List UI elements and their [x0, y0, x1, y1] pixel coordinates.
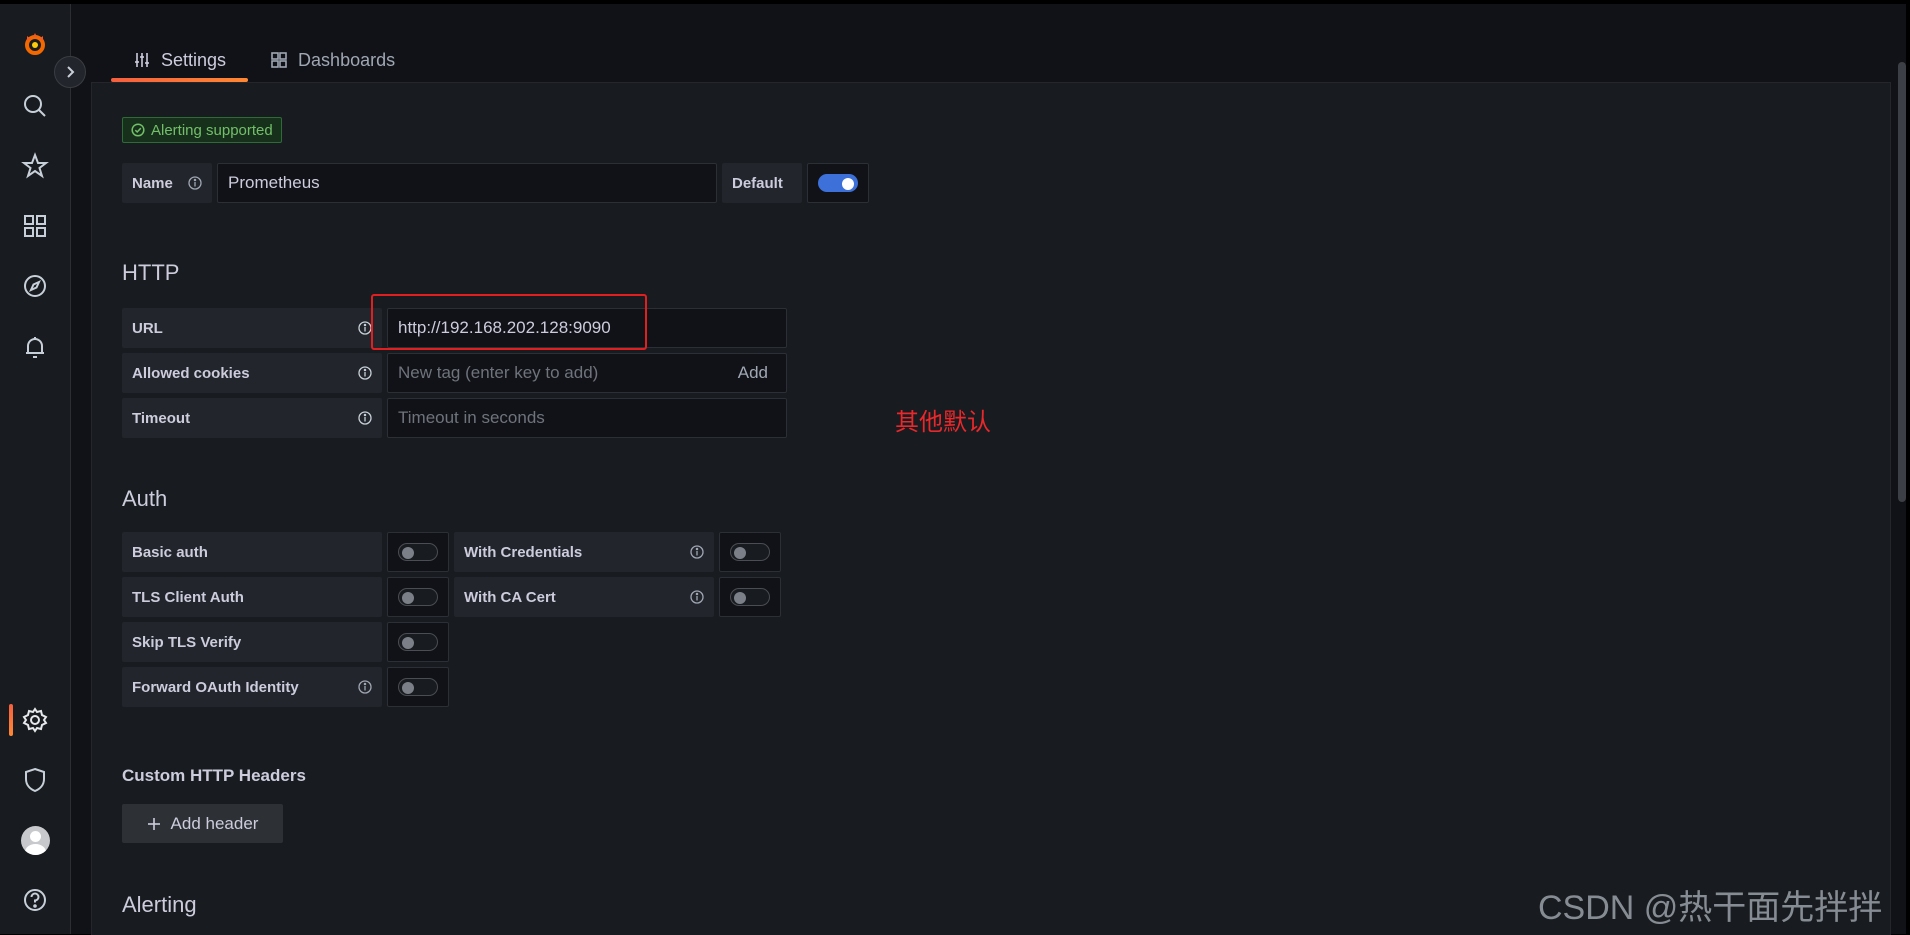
- forward-oauth-label-text: Forward OAuth Identity: [132, 678, 299, 696]
- apps-icon: [271, 52, 287, 68]
- add-header-label: Add header: [170, 813, 259, 833]
- info-icon[interactable]: [358, 321, 372, 335]
- default-toggle[interactable]: [807, 163, 869, 203]
- tab-dashboards[interactable]: Dashboards: [248, 40, 417, 80]
- badge-label: Alerting supported: [151, 121, 273, 139]
- sidebar: [0, 4, 71, 934]
- url-input[interactable]: http://192.168.202.128:9090: [387, 308, 787, 348]
- add-header-button[interactable]: Add header: [122, 804, 283, 843]
- name-label-text: Name: [132, 174, 173, 192]
- grafana-logo-icon[interactable]: [19, 28, 51, 60]
- default-label: Default: [722, 163, 802, 203]
- with-credentials-switch: [730, 543, 770, 561]
- name-input[interactable]: Prometheus: [217, 163, 717, 203]
- custom-headers-title: Custom HTTP Headers: [122, 766, 306, 785]
- info-icon[interactable]: [690, 545, 704, 559]
- timeout-label: Timeout: [122, 398, 382, 438]
- settings-panel: [91, 82, 1891, 935]
- scrollbar[interactable]: [1898, 62, 1906, 502]
- name-label: Name: [122, 163, 212, 203]
- plus-icon: [147, 817, 160, 830]
- skip-tls-verify-switch: [398, 633, 438, 651]
- tab-settings-label: Settings: [161, 49, 227, 70]
- alerting-section-title: Alerting: [122, 892, 197, 917]
- forward-oauth-label: Forward OAuth Identity: [122, 667, 382, 707]
- timeout-placeholder: Timeout in seconds: [398, 408, 545, 427]
- allowed-cookies-placeholder: New tag (enter key to add): [398, 363, 599, 382]
- allowed-cookies-input[interactable]: New tag (enter key to add) Add: [387, 353, 787, 393]
- info-icon[interactable]: [188, 176, 202, 190]
- basic-auth-label-text: Basic auth: [132, 543, 208, 561]
- server-admin-shield-icon[interactable]: [19, 764, 51, 796]
- with-credentials-toggle[interactable]: [719, 532, 781, 572]
- info-icon[interactable]: [690, 590, 704, 604]
- add-cookie-button[interactable]: Add: [738, 363, 768, 383]
- forward-oauth-toggle[interactable]: [387, 667, 449, 707]
- name-input-value: Prometheus: [228, 173, 320, 192]
- forward-oauth-switch: [398, 678, 438, 696]
- sliders-icon: [135, 53, 149, 67]
- with-ca-cert-label: With CA Cert: [454, 577, 714, 617]
- alerting-supported-badge: Alerting supported: [122, 117, 282, 143]
- configuration-gear-icon[interactable]: [19, 704, 51, 736]
- auth-section-title: Auth: [122, 486, 168, 511]
- help-icon[interactable]: [19, 884, 51, 916]
- starred-icon[interactable]: [19, 150, 51, 182]
- allowed-cookies-label-text: Allowed cookies: [132, 364, 250, 382]
- skip-tls-verify-label-text: Skip TLS Verify: [132, 633, 242, 651]
- skip-tls-verify-toggle[interactable]: [387, 622, 449, 662]
- allowed-cookies-label: Allowed cookies: [122, 353, 382, 393]
- page-tabs: Settings Dashboards: [111, 40, 417, 82]
- avatar: [20, 825, 50, 855]
- info-icon[interactable]: [358, 366, 372, 380]
- active-indicator: [9, 704, 13, 736]
- check-circle-icon: [131, 123, 145, 137]
- explore-compass-icon[interactable]: [19, 270, 51, 302]
- with-ca-cert-toggle[interactable]: [719, 577, 781, 617]
- dashboards-icon[interactable]: [19, 210, 51, 242]
- basic-auth-toggle[interactable]: [387, 532, 449, 572]
- tls-client-auth-label: TLS Client Auth: [122, 577, 382, 617]
- url-input-value: http://192.168.202.128:9090: [398, 318, 611, 337]
- http-section-title: HTTP: [122, 260, 180, 285]
- url-label-text: URL: [132, 319, 163, 337]
- annotation-note: 其他默认: [895, 409, 991, 436]
- default-switch: [818, 174, 858, 192]
- with-ca-cert-label-text: With CA Cert: [464, 588, 556, 606]
- with-ca-cert-switch: [730, 588, 770, 606]
- default-label-text: Default: [732, 174, 783, 192]
- with-credentials-label-text: With Credentials: [464, 543, 583, 561]
- search-icon[interactable]: [19, 90, 51, 122]
- info-icon[interactable]: [358, 411, 372, 425]
- timeout-label-text: Timeout: [132, 409, 191, 427]
- csdn-watermark: CSDN @热干面先拌拌: [1538, 889, 1883, 927]
- alerting-bell-icon[interactable]: [19, 331, 51, 363]
- url-label: URL: [122, 308, 382, 348]
- tls-client-auth-label-text: TLS Client Auth: [132, 588, 244, 606]
- sidebar-expand-button[interactable]: [54, 56, 86, 88]
- tab-settings[interactable]: Settings: [111, 40, 249, 82]
- tls-client-auth-toggle[interactable]: [387, 577, 449, 617]
- tab-dashboards-label: Dashboards: [298, 49, 396, 70]
- chevron-right-icon: [67, 66, 75, 78]
- user-avatar[interactable]: [19, 824, 51, 856]
- info-icon[interactable]: [358, 680, 372, 694]
- basic-auth-label: Basic auth: [122, 532, 382, 572]
- tls-client-auth-switch: [398, 588, 438, 606]
- skip-tls-verify-label: Skip TLS Verify: [122, 622, 382, 662]
- timeout-input[interactable]: Timeout in seconds: [387, 398, 787, 438]
- basic-auth-switch: [398, 543, 438, 561]
- with-credentials-label: With Credentials: [454, 532, 714, 572]
